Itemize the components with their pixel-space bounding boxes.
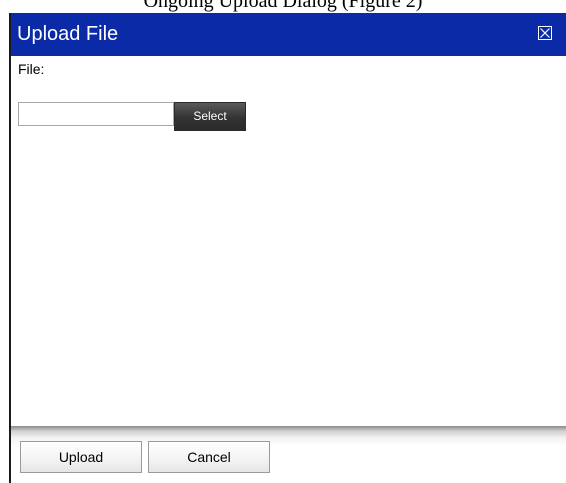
select-file-button[interactable]: Select — [174, 102, 246, 131]
cropped-heading-label: Ongoing Upload Dialog (Figure 2) — [143, 0, 423, 12]
upload-file-dialog: Upload File File: Select Upload Cancel — [9, 13, 566, 483]
dialog-title: Upload File — [17, 23, 119, 45]
cancel-button[interactable]: Cancel — [148, 441, 270, 473]
close-box-icon[interactable] — [538, 26, 552, 40]
cropped-heading-text: Ongoing Upload Dialog (Figure 2) — [0, 0, 566, 14]
upload-button[interactable]: Upload — [20, 441, 142, 473]
dialog-titlebar: Upload File — [11, 13, 566, 56]
file-path-input[interactable] — [18, 102, 174, 126]
file-label: File: — [18, 61, 45, 77]
